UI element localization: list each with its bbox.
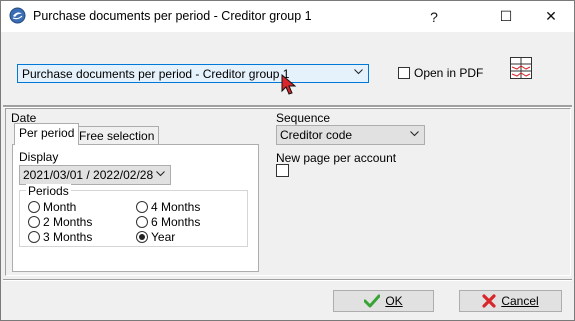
chevron-down-icon	[410, 131, 419, 137]
open-in-pdf-checkbox[interactable]	[398, 67, 410, 79]
display-period-value: 2021/03/01 / 2022/02/28	[23, 168, 154, 182]
display-label: Display	[19, 150, 59, 164]
window-title: Purchase documents per period - Creditor…	[33, 9, 312, 23]
close-button[interactable]: ✕	[528, 1, 574, 32]
check-icon	[364, 294, 381, 308]
open-in-pdf-label[interactable]: Open in PDF	[414, 66, 483, 80]
report-select[interactable]: Purchase documents per period - Creditor…	[17, 64, 369, 83]
radio-6-months-label[interactable]: 6 Months	[151, 215, 200, 229]
radio-month-label[interactable]: Month	[43, 200, 76, 214]
tab-free-selection[interactable]: Free selection	[74, 126, 160, 145]
report-select-value: Purchase documents per period - Creditor…	[22, 67, 290, 81]
chevron-down-icon	[354, 69, 363, 75]
report-layout-icon[interactable]	[508, 56, 534, 80]
radio-2-months-label[interactable]: 2 Months	[43, 215, 92, 229]
close-icon	[482, 294, 496, 308]
title-bar: Purchase documents per period - Creditor…	[1, 1, 574, 32]
radio-4-months[interactable]	[136, 201, 148, 213]
radio-year-label[interactable]: Year	[151, 230, 175, 244]
radio-month[interactable]	[28, 201, 40, 213]
cancel-button[interactable]: Cancel	[459, 290, 562, 312]
radio-2-months[interactable]	[28, 216, 40, 228]
new-page-per-account-checkbox[interactable]	[276, 164, 289, 177]
ok-button[interactable]: OK	[333, 290, 434, 312]
cancel-button-label: Cancel	[501, 294, 539, 308]
radio-year[interactable]	[136, 231, 148, 243]
radio-3-months[interactable]	[28, 231, 40, 243]
separator	[3, 279, 572, 281]
mouse-cursor-icon	[281, 74, 297, 95]
app-icon	[9, 7, 26, 24]
radio-6-months[interactable]	[136, 216, 148, 228]
display-period-select[interactable]: 2021/03/01 / 2022/02/28	[19, 165, 171, 185]
chevron-down-icon	[156, 171, 165, 177]
sequence-select[interactable]: Creditor code	[276, 125, 425, 145]
radio-4-months-label[interactable]: 4 Months	[151, 200, 200, 214]
sequence-value: Creditor code	[280, 128, 353, 142]
sequence-label: Sequence	[276, 111, 331, 125]
new-page-label: New page per account	[276, 151, 397, 165]
ok-button-label: OK	[385, 294, 403, 308]
periods-label: Periods	[26, 184, 71, 198]
help-button[interactable]: ?	[411, 1, 457, 32]
dialog-window: Purchase documents per period - Creditor…	[0, 0, 575, 321]
tab-per-period[interactable]: Per period	[14, 123, 80, 145]
radio-3-months-label[interactable]: 3 Months	[43, 230, 92, 244]
maximize-button[interactable]: ☐	[483, 1, 529, 32]
